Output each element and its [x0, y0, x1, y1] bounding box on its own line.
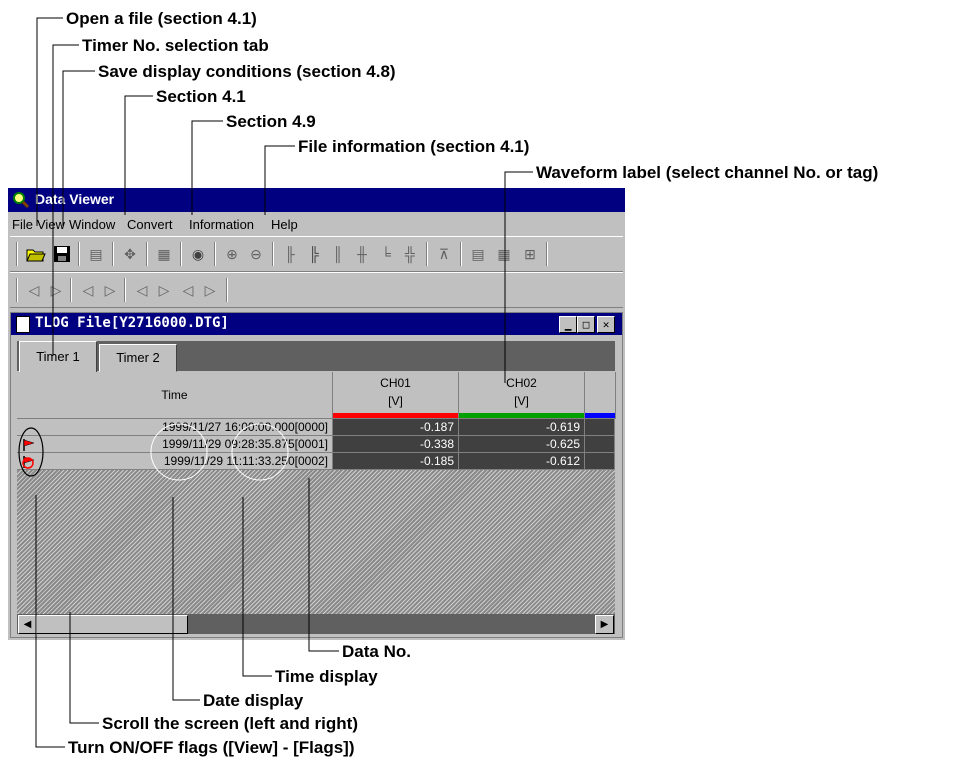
- toolbar-separator: [546, 242, 548, 266]
- floppy-disk-icon[interactable]: [52, 244, 72, 264]
- toolbar-separator: [272, 242, 274, 266]
- timer-tab-strip: Timer 1 Timer 2: [17, 341, 615, 373]
- callout-open-file: Open a file (section 4.1): [66, 9, 257, 28]
- callout-scroll: Scroll the screen (left and right): [102, 714, 358, 733]
- menu-view[interactable]: View: [37, 217, 65, 232]
- toolbar-separator: [226, 278, 228, 302]
- copy-icon[interactable]: ▤: [86, 244, 106, 264]
- menu-help[interactable]: Help: [271, 217, 298, 232]
- cursor-b-first-icon[interactable]: ◁: [178, 280, 198, 300]
- table-view-icon[interactable]: ▦: [494, 244, 514, 264]
- app-titlebar[interactable]: Data Viewer: [8, 188, 625, 212]
- menu-file[interactable]: File: [12, 217, 33, 232]
- tab-timer-1[interactable]: Timer 1: [19, 341, 97, 373]
- magnifier-icon: [13, 192, 30, 209]
- scroll-left-button[interactable]: ◀: [18, 615, 37, 634]
- cursor-toolbar: ◁ ▷ ◁ ▷ ◁ ▷ ◁ ▷: [10, 272, 623, 308]
- open-folder-icon[interactable]: [26, 244, 46, 264]
- toolbar-separator: [16, 242, 18, 266]
- cursor-b-right-icon[interactable]: ▷: [100, 280, 120, 300]
- fit-icon[interactable]: ⊼: [434, 244, 454, 264]
- zoom-out-icon[interactable]: ⊖: [246, 244, 266, 264]
- cursor-a-right-icon[interactable]: ▷: [46, 280, 66, 300]
- list-view-icon[interactable]: ▤: [468, 244, 488, 264]
- callout-section-41: Section 4.1: [156, 87, 246, 106]
- scroll-right-button[interactable]: ▶: [595, 615, 614, 634]
- maximize-button[interactable]: □: [577, 316, 595, 333]
- scroll-thumb[interactable]: [36, 615, 188, 634]
- toolbar-separator: [180, 242, 182, 266]
- menu-information[interactable]: Information: [189, 217, 254, 232]
- callout-section-49: Section 4.9: [226, 112, 316, 131]
- cursor-b-left-icon[interactable]: ◁: [78, 280, 98, 300]
- toolbar-separator: [214, 242, 216, 266]
- cursor-b-last-icon[interactable]: ▷: [200, 280, 220, 300]
- cursor-a-left-icon[interactable]: ◁: [24, 280, 44, 300]
- cursor-a-first-icon[interactable]: ◁: [132, 280, 152, 300]
- callout-waveform-label: Waveform label (select channel No. or ta…: [536, 163, 879, 182]
- toolbar-separator: [426, 242, 428, 266]
- app-title: Data Viewer: [35, 191, 115, 207]
- marker-icon[interactable]: ◉: [188, 244, 208, 264]
- waveform-icon[interactable]: ╟: [280, 244, 300, 264]
- callout-file-info: File information (section 4.1): [298, 137, 530, 156]
- child-title: TLOG File[Y2716000.DTG]: [35, 315, 229, 331]
- step-waveform-icon[interactable]: ╘: [376, 244, 396, 264]
- toolbar-separator: [124, 278, 126, 302]
- toolbar-separator: [112, 242, 114, 266]
- callout-flags: Turn ON/OFF flags ([View] - [Flags]): [68, 738, 355, 757]
- toolbar-separator: [460, 242, 462, 266]
- grid-view-icon[interactable]: ⊞: [520, 244, 540, 264]
- callout-date-display: Date display: [203, 691, 304, 710]
- callout-timer-tab: Timer No. selection tab: [82, 36, 269, 55]
- menu-window[interactable]: Window: [69, 217, 115, 232]
- waveform-select-icon[interactable]: ╠: [304, 244, 324, 264]
- main-toolbar: ▤ ✥ ▦ ◉ ⊕ ⊖ ╟ ╠ ║ ╫ ╘ ╬ ⊼ ▤ ▦ ⊞: [10, 236, 623, 272]
- zoom-in-icon[interactable]: ⊕: [222, 244, 242, 264]
- menu-convert[interactable]: Convert: [127, 217, 173, 232]
- callout-time-display: Time display: [275, 667, 378, 686]
- overlay-waveform-icon[interactable]: ╬: [400, 244, 420, 264]
- horizontal-scrollbar[interactable]: ◀ ▶: [17, 614, 615, 634]
- tab-timer-2[interactable]: Timer 2: [99, 344, 177, 372]
- toolbar-separator: [78, 242, 80, 266]
- child-titlebar[interactable]: TLOG File[Y2716000.DTG] ▁ □ ✕: [11, 313, 622, 335]
- callout-data-no: Data No.: [342, 642, 411, 661]
- toolbar-separator: [70, 278, 72, 302]
- callout-save-display: Save display conditions (section 4.8): [98, 62, 396, 81]
- multi-waveform-icon[interactable]: ║: [328, 244, 348, 264]
- minimize-button[interactable]: ▁: [559, 316, 577, 333]
- cursor-icon[interactable]: ✥: [120, 244, 140, 264]
- toolbar-separator: [16, 278, 18, 302]
- tlog-file-window: TLOG File[Y2716000.DTG] ▁ □ ✕ Timer 1 Ti…: [10, 312, 623, 638]
- document-icon: [16, 316, 30, 333]
- print-icon[interactable]: ▦: [154, 244, 174, 264]
- split-waveform-icon[interactable]: ╫: [352, 244, 372, 264]
- toolbar-separator: [146, 242, 148, 266]
- close-button[interactable]: ✕: [597, 316, 615, 333]
- annotation-overlay: [18, 423, 289, 481]
- data-grid: Time CH01 [V] CH02 [V] 1999/11/27 16:00:…: [17, 372, 616, 634]
- cursor-a-last-icon[interactable]: ▷: [154, 280, 174, 300]
- data-viewer-window: Data Viewer File View Window Convert Inf…: [8, 188, 625, 640]
